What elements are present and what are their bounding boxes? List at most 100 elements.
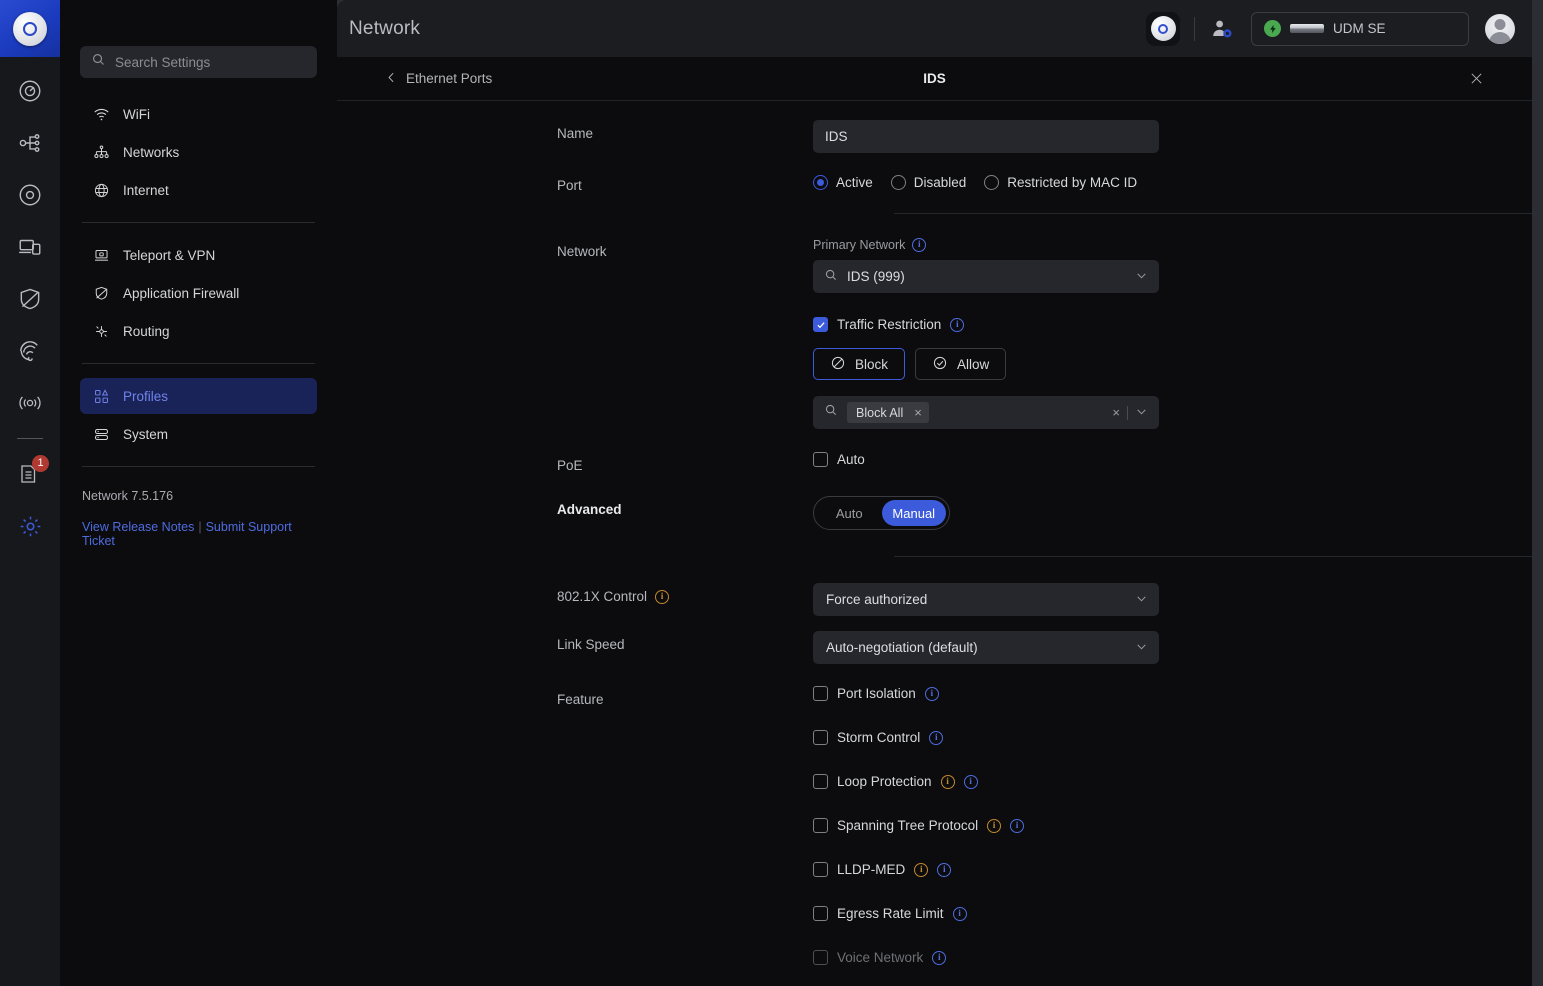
info-icon[interactable]: i	[952, 906, 967, 921]
device-selector[interactable]: UDM SE	[1251, 11, 1469, 46]
name-label: Name	[557, 126, 594, 141]
port-radio-active[interactable]: Active	[813, 175, 873, 190]
poe-label: PoE	[557, 458, 583, 473]
traffic-restriction-field[interactable]: Block All × ×	[813, 396, 1159, 429]
feature-label-text: LLDP-MED	[837, 862, 906, 877]
network-window: Network UDM SE Ethernet Ports IDS Name I…	[337, 0, 1532, 986]
feature-checkbox[interactable]	[813, 686, 828, 701]
feature-storm-control[interactable]: Storm Control i	[813, 730, 1532, 745]
sidebar-item-application-firewall[interactable]: Application Firewall	[80, 275, 317, 311]
advanced-option-auto[interactable]: Auto	[817, 500, 882, 526]
rail-item-security[interactable]	[0, 273, 60, 325]
rail-item-wifiman[interactable]	[0, 325, 60, 377]
unifi-logo-icon[interactable]	[0, 0, 60, 57]
sidebar-item-wifi[interactable]: WiFi	[80, 96, 317, 132]
breadcrumb-back-ethernet-ports[interactable]: Ethernet Ports	[385, 71, 492, 87]
panel-title: IDS	[923, 71, 946, 86]
search-icon	[824, 268, 838, 285]
info-icon[interactable]: i	[929, 730, 944, 745]
radio-dot	[890, 175, 906, 190]
shield-icon	[92, 285, 110, 302]
feature-egress-rate-limit[interactable]: Egress Rate Limit i	[813, 906, 1532, 921]
nav-divider	[82, 466, 315, 467]
chevron-down-icon[interactable]	[1135, 405, 1148, 421]
network-version: Network 7.5.176	[82, 489, 174, 503]
rail-item-dashboard[interactable]	[0, 65, 60, 117]
unifi-network-app: 1 Search Settings WiFi Networks Internet…	[0, 0, 1543, 986]
block-button[interactable]: Block	[813, 348, 906, 380]
port-radio-restricted-by-mac-id[interactable]: Restricted by MAC ID	[984, 175, 1137, 190]
info-icon[interactable]: i	[932, 950, 947, 965]
rail-item-topology[interactable]	[0, 117, 60, 169]
feature-checkbox[interactable]	[813, 730, 828, 745]
warning-info-icon[interactable]: i	[940, 774, 955, 789]
info-icon[interactable]: i	[963, 774, 978, 789]
link-separator: |	[198, 520, 202, 534]
rail-item-devices[interactable]	[0, 169, 60, 221]
traffic-restriction-label: Traffic Restriction	[837, 317, 942, 332]
info-icon[interactable]: i	[1010, 818, 1025, 833]
rail-item-clients[interactable]	[0, 221, 60, 273]
rail-item-settings[interactable]	[0, 500, 60, 552]
chevron-down-icon	[1135, 640, 1148, 656]
info-icon[interactable]: i	[937, 862, 952, 877]
feature-spanning-tree-protocol[interactable]: Spanning Tree Protocol i i	[813, 818, 1532, 833]
chip-remove-close-icon[interactable]: ×	[914, 406, 922, 419]
allow-button[interactable]: Allow	[915, 348, 1007, 380]
advanced-option-manual[interactable]: Manual	[881, 500, 946, 526]
device-name: UDM SE	[1333, 21, 1386, 36]
primary-network-value: IDS (999)	[847, 269, 905, 284]
unifi-console-icon[interactable]	[1146, 11, 1180, 46]
traffic-restriction-checkbox[interactable]	[813, 317, 828, 332]
sidebar-item-networks[interactable]: Networks	[80, 134, 317, 170]
top-bar-divider	[1194, 16, 1195, 41]
close-icon[interactable]	[1466, 69, 1486, 89]
search-settings-placeholder: Search Settings	[115, 54, 211, 70]
user-admin-icon[interactable]	[1209, 16, 1235, 42]
check-circle-icon	[932, 355, 948, 374]
feature-checkbox	[813, 950, 828, 965]
teleport-vpn-icon	[92, 247, 110, 264]
warning-info-icon[interactable]: i	[914, 862, 929, 877]
info-icon[interactable]: i	[924, 686, 939, 701]
info-icon[interactable]: i	[912, 238, 927, 252]
feature-checkbox[interactable]	[813, 906, 828, 921]
sidebar-item-routing[interactable]: Routing	[80, 313, 317, 349]
section-divider	[894, 556, 1532, 557]
info-icon[interactable]: i	[950, 317, 965, 332]
feature-checkbox[interactable]	[813, 862, 828, 877]
form-row-advanced: Advanced Auto Manual	[337, 496, 1532, 530]
primary-network-select[interactable]: IDS (999)	[813, 260, 1159, 293]
link-speed-select[interactable]: Auto-negotiation (default)	[813, 631, 1159, 664]
sidebar-item-profiles[interactable]: Profiles	[80, 378, 317, 414]
poe-auto-checkbox[interactable]	[813, 452, 828, 467]
feature-loop-protection[interactable]: Loop Protection i i	[813, 774, 1532, 789]
feature-port-isolation[interactable]: Port Isolation i	[813, 686, 1532, 701]
sidebar-item-internet[interactable]: Internet	[80, 172, 317, 208]
nav-divider	[82, 222, 315, 223]
dot1x-control-select[interactable]: Force authorized	[813, 583, 1159, 616]
poe-auto-checkbox-row[interactable]: Auto	[813, 452, 1532, 467]
radio-dot	[984, 175, 1000, 190]
name-input[interactable]: IDS	[813, 120, 1159, 153]
chevron-left-icon	[385, 71, 398, 87]
feature-lldp-med[interactable]: LLDP-MED i i	[813, 862, 1532, 877]
insights-badge: 1	[32, 455, 49, 472]
clear-all-close-icon[interactable]: ×	[1112, 405, 1120, 420]
sidebar-item-teleport-vpn[interactable]: Teleport & VPN	[80, 237, 317, 273]
port-radio-group: Active Disabled Restricted by MAC ID	[813, 172, 1532, 190]
rail-item-broadcast[interactable]	[0, 377, 60, 429]
rail-item-insights[interactable]: 1	[0, 448, 60, 500]
feature-checkbox[interactable]	[813, 818, 828, 833]
view-release-notes-link[interactable]: View Release Notes	[82, 520, 194, 534]
sidebar-item-system[interactable]: System	[80, 416, 317, 452]
traffic-restriction-checkbox-row[interactable]: Traffic Restriction i	[813, 317, 1532, 332]
info-icon[interactable]: i	[655, 589, 670, 604]
feature-checkbox[interactable]	[813, 774, 828, 789]
port-radio-disabled[interactable]: Disabled	[890, 175, 966, 190]
search-settings-input[interactable]: Search Settings	[80, 46, 317, 78]
poe-auto-label: Auto	[837, 452, 865, 467]
form-row-poe: PoE Auto	[337, 452, 1532, 473]
avatar[interactable]	[1485, 13, 1515, 44]
warning-info-icon[interactable]: i	[987, 818, 1002, 833]
